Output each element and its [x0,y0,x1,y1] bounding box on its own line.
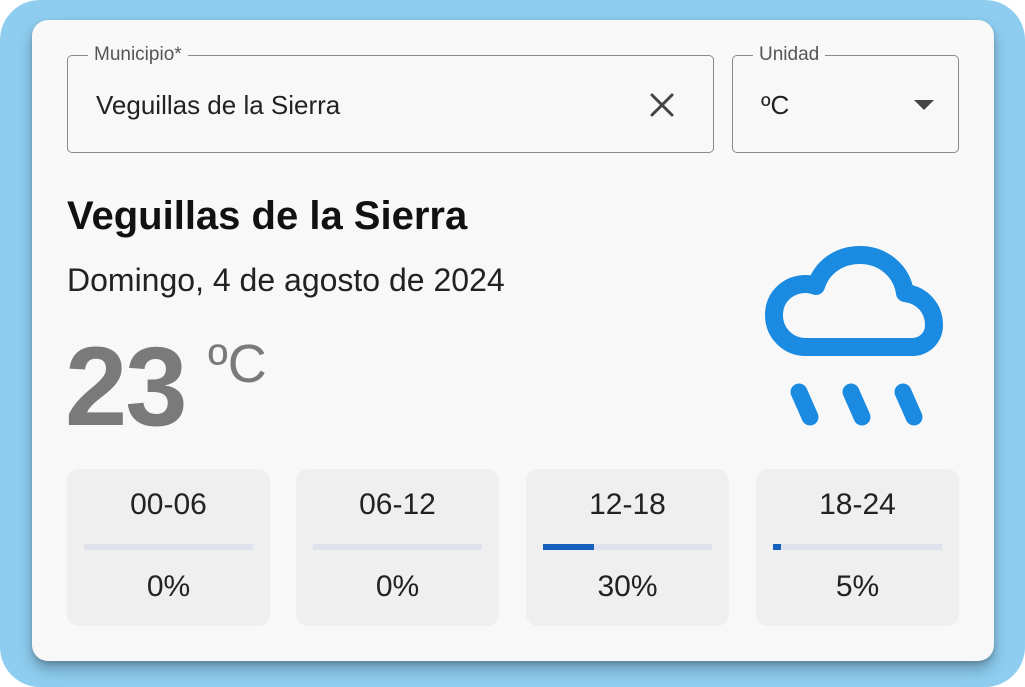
chevron-down-icon[interactable] [914,100,934,110]
precipitation-slot: 00-06 0% [67,469,270,626]
precipitation-bar [84,544,253,550]
close-icon[interactable] [647,90,677,120]
slot-precipitation-value: 5% [835,570,880,603]
precipitation-bar-fill [543,544,594,550]
municipality-input[interactable]: Veguillas de la Sierra [96,89,340,121]
precipitation-slot: 18-24 5% [756,469,959,626]
temperature-unit: ºC [208,334,267,394]
slot-precipitation-value: 0% [375,570,420,603]
precipitation-slot: 06-12 0% [296,469,499,626]
slot-time-range: 18-24 [819,488,896,521]
precipitation-bar [313,544,482,550]
precipitation-slots: 00-06 0% 06-12 0% 12-18 30% 18-24 5% [67,469,959,626]
precipitation-bar [543,544,712,550]
unit-select[interactable]: Unidad ºC [732,44,959,153]
unit-label: Unidad [753,44,826,66]
temperature-value: 23 [65,324,188,449]
city-name: Veguillas de la Sierra [67,194,468,238]
slot-time-range: 12-18 [589,488,666,521]
unit-selected-value: ºC [761,90,790,120]
forecast-date: Domingo, 4 de agosto de 2024 [67,262,505,298]
slot-time-range: 06-12 [359,488,436,521]
weather-card: Municipio* Veguillas de la Sierra Unidad… [32,20,994,661]
rain-cloud-icon [765,246,943,426]
app-frame: Municipio* Veguillas de la Sierra Unidad… [0,0,1025,687]
slot-precipitation-value: 30% [597,570,658,603]
municipality-field[interactable]: Municipio* Veguillas de la Sierra [67,44,714,153]
slot-time-range: 00-06 [130,488,207,521]
precipitation-slot: 12-18 30% [526,469,729,626]
municipality-label: Municipio* [88,44,188,66]
precipitation-bar [773,544,942,550]
slot-precipitation-value: 0% [146,570,191,603]
precipitation-bar-fill [773,544,782,550]
